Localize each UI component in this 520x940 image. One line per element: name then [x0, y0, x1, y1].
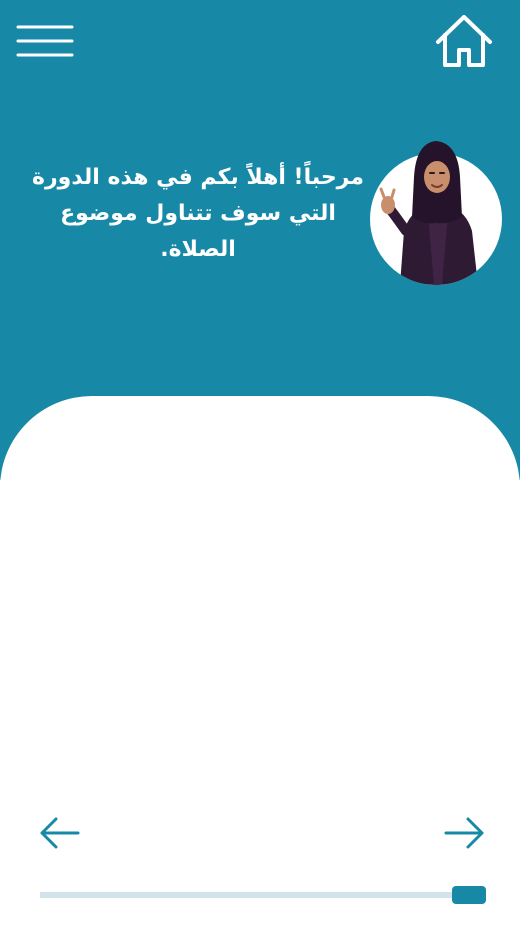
arrow-left-icon [40, 817, 80, 849]
menu-button[interactable] [14, 20, 78, 64]
home-button[interactable] [432, 12, 496, 72]
presenter-avatar [370, 141, 502, 285]
previous-button[interactable] [36, 812, 84, 854]
next-button[interactable] [440, 812, 488, 854]
welcome-message: مرحباً! أهلاً بكم في هذه الدورة التي سوف… [32, 165, 364, 262]
home-icon [436, 15, 492, 67]
hamburger-menu-icon [16, 25, 74, 57]
progress-handle[interactable] [452, 886, 486, 904]
progress-track [40, 892, 486, 898]
progress-slider[interactable] [40, 886, 486, 904]
arrow-right-icon [444, 817, 484, 849]
presenter-illustration [379, 141, 478, 285]
content-card [0, 396, 520, 940]
